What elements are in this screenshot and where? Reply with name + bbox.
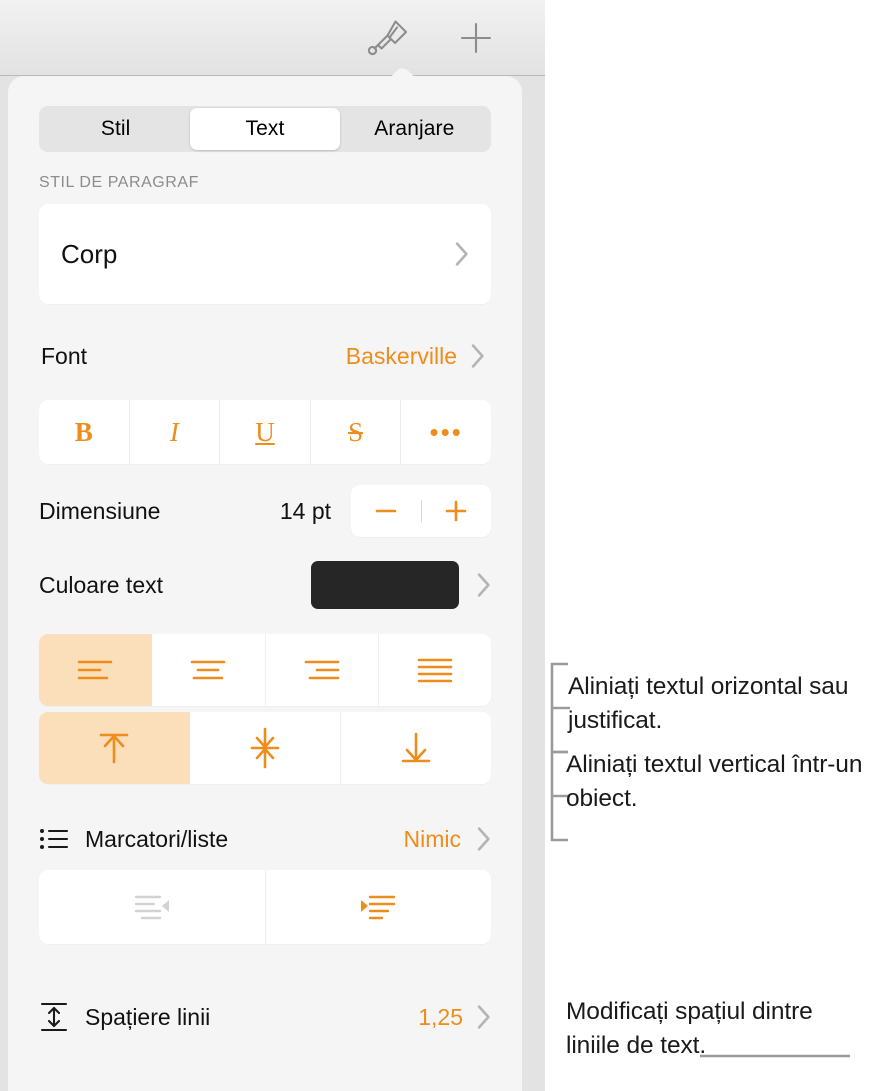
paintbrush-icon — [367, 20, 408, 56]
add-button[interactable] — [449, 11, 503, 65]
more-text-options-button[interactable]: ••• — [401, 400, 491, 464]
callout-line-spacing: Modificați spațiul dintre liniile de tex… — [566, 998, 813, 1059]
paragraph-style-section-label: STIL DE PARAGRAF — [39, 174, 199, 191]
line-spacing-icon — [40, 1002, 68, 1032]
font-size-value: 14 pt — [279, 497, 331, 524]
align-bottom-button[interactable] — [341, 712, 491, 784]
format-tabs: Stil Text Aranjare — [39, 106, 491, 152]
increase-indent-icon — [361, 895, 396, 920]
strikethrough-button[interactable]: S — [311, 400, 402, 464]
align-top-icon — [99, 733, 129, 764]
paragraph-style-row[interactable]: Corp — [39, 204, 491, 304]
italic-label: I — [169, 416, 179, 447]
font-value: Baskerville — [345, 342, 457, 369]
align-middle-icon — [250, 727, 280, 769]
line-spacing-value: 1,25 — [418, 1003, 463, 1030]
vertical-alignment-group — [39, 712, 491, 784]
align-right-button[interactable] — [266, 634, 379, 706]
font-size-stepper — [351, 485, 491, 537]
underline-label: U — [255, 416, 275, 447]
callout-horizontal-alignment: Aliniați textul orizontal sau justificat… — [568, 673, 849, 734]
chevron-right-icon — [477, 827, 490, 851]
horizontal-alignment-group — [39, 634, 491, 706]
text-color-swatch[interactable] — [311, 561, 459, 609]
format-brush-button[interactable] — [360, 11, 414, 65]
align-right-icon — [304, 660, 339, 680]
font-size-decrease-button[interactable] — [351, 498, 421, 524]
chevron-right-icon — [455, 242, 468, 266]
align-left-icon — [77, 660, 113, 680]
plus-icon — [445, 500, 467, 522]
chevron-right-icon — [471, 344, 484, 368]
tab-text-label: Text — [245, 117, 285, 140]
bullet-list-icon — [40, 829, 69, 849]
align-center-button[interactable] — [152, 634, 266, 706]
paragraph-style-value: Corp — [61, 238, 118, 269]
tab-text[interactable]: Text — [190, 108, 340, 150]
align-bottom-icon — [401, 732, 431, 763]
bold-button[interactable]: B — [39, 400, 130, 464]
align-justify-icon — [417, 658, 453, 683]
chevron-right-icon — [477, 1005, 490, 1029]
align-left-button[interactable] — [39, 634, 153, 706]
font-size-row: Dimensiune 14 pt — [39, 480, 491, 542]
line-spacing-label: Spațiere linii — [85, 1003, 211, 1030]
bold-label: B — [74, 416, 93, 447]
font-size-label: Dimensiune — [39, 497, 161, 524]
increase-indent-button[interactable] — [266, 870, 492, 944]
indent-group — [39, 870, 491, 944]
chevron-right-icon — [477, 573, 490, 597]
align-justify-button[interactable] — [379, 634, 491, 706]
align-middle-button[interactable] — [190, 712, 341, 784]
font-size-increase-button[interactable] — [422, 498, 492, 524]
underline-button[interactable]: U — [220, 400, 311, 464]
align-center-icon — [191, 660, 226, 680]
bullets-row[interactable]: Marcatori/liste Nimic — [39, 810, 491, 868]
line-spacing-row[interactable]: Spațiere linii 1,25 — [39, 988, 491, 1046]
ellipsis-icon: ••• — [429, 416, 463, 447]
callout-vertical-alignment: Aliniați textul vertical într-un obiect. — [566, 751, 863, 812]
bullets-value: Nimic — [403, 825, 462, 852]
popover-arrow — [380, 62, 436, 82]
minus-icon — [375, 509, 397, 513]
italic-button[interactable]: I — [130, 400, 221, 464]
decrease-indent-icon — [134, 895, 169, 920]
plus-icon — [460, 22, 492, 54]
text-style-buttons: B I U S ••• — [39, 400, 491, 464]
strikethrough-label: S — [348, 416, 364, 447]
bullets-label: Marcatori/liste — [85, 825, 229, 852]
tab-stil-label: Stil — [100, 117, 131, 140]
format-popover: Stil Text Aranjare STIL DE PARAGRAF Corp… — [8, 76, 522, 1091]
tab-aranjare-label: Aranjare — [374, 117, 455, 140]
tab-stil[interactable]: Stil — [41, 108, 190, 150]
font-row[interactable]: Font Baskerville — [39, 326, 491, 386]
app-toolbar — [0, 0, 545, 76]
text-color-row[interactable]: Culoare text — [39, 552, 491, 618]
text-color-label: Culoare text — [39, 571, 164, 598]
align-top-button[interactable] — [39, 712, 190, 784]
font-label: Font — [41, 342, 88, 369]
decrease-indent-button[interactable] — [39, 870, 266, 944]
tab-aranjare[interactable]: Aranjare — [340, 108, 489, 150]
